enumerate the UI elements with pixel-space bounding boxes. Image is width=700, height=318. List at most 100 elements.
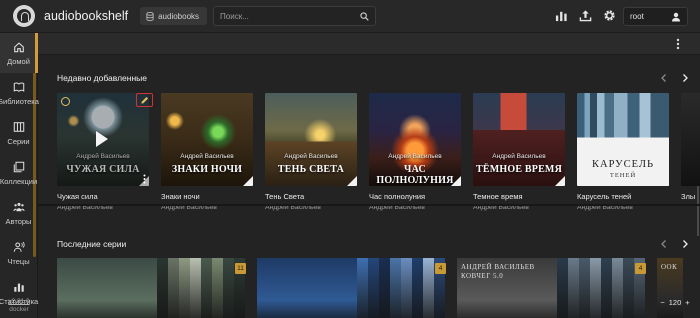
series-book-spine: [157, 258, 168, 318]
series-book-spine: [601, 258, 612, 318]
settings-gear-icon[interactable]: [603, 9, 616, 22]
book-title[interactable]: Знаки ночи: [161, 192, 253, 201]
pencil-icon: [141, 96, 149, 104]
chevron-right-icon[interactable]: [680, 73, 690, 83]
book-card[interactable]: Андрей Васильев ЧАС ПОЛНОЛУНИЯ Час полнолу…: [369, 93, 461, 211]
sidebar-item-library-book[interactable]: Библиотека: [0, 73, 39, 113]
user-icon: [672, 12, 680, 21]
series-book-spine: [612, 258, 623, 318]
chevron-left-icon[interactable]: [659, 73, 669, 83]
series-card[interactable]: АНДРЕЙ ВАСИЛЬЕВ КОВЧЕГ 5.0 4: [457, 258, 649, 318]
version-info: v2.31.0 docker: [0, 298, 38, 314]
zoom-value: 120: [668, 297, 682, 307]
book-cover[interactable]: Андрей Васильев ЗНАКИ НОЧИ: [161, 93, 253, 186]
search-input[interactable]: [220, 11, 361, 21]
book-cover[interactable]: КАРУСЕЛЬ ТЕНЕЙ: [577, 93, 669, 186]
audiobook-corner-badge: [451, 176, 461, 186]
series-count-badge: 4: [435, 263, 446, 274]
edit-button[interactable]: [136, 93, 153, 107]
series-book-spine: [401, 258, 412, 318]
chevron-right-icon[interactable]: [680, 239, 690, 249]
sidebar-item-narrators[interactable]: Чтецы: [0, 233, 37, 273]
shelf-divider: [38, 204, 700, 206]
series-book-spine: [368, 258, 379, 318]
series-count-badge: 4: [635, 263, 646, 274]
cover-subtitle: ТЕНЕЙ: [609, 172, 637, 179]
app-title[interactable]: audiobookshelf: [44, 9, 128, 23]
book-cover[interactable]: Андрей Васильев ЧУЖАЯ СИЛА: [57, 93, 149, 186]
cover-author: Андрей Васильев: [180, 153, 234, 160]
series-book-spine: [168, 258, 179, 318]
library-name: audiobooks: [158, 11, 200, 21]
book-cover[interactable]: Андрей Васильев ТЁМНОЕ ВРЕМЯ: [473, 93, 565, 186]
book-title[interactable]: Злы: [681, 192, 700, 201]
book-title[interactable]: Карусель теней: [577, 192, 669, 201]
sidebar-item-collections[interactable]: Коллекции: [0, 153, 37, 193]
cover-author: Андрей Васильев: [492, 153, 546, 160]
upload-icon[interactable]: [579, 9, 592, 22]
cover-title: ЗНАКИ НОЧИ: [171, 164, 243, 175]
series-count-badge: 11: [235, 263, 246, 274]
play-icon[interactable]: [96, 131, 108, 147]
stats-icon[interactable]: [555, 9, 568, 22]
user-menu-button[interactable]: root: [623, 7, 688, 26]
series-book-spine: [423, 258, 434, 318]
cover-title: ТЕНЬ СВЕТА: [277, 164, 345, 175]
more-options-icon[interactable]: [673, 38, 683, 50]
search-box[interactable]: [213, 6, 377, 26]
book-card[interactable]: Андрей Васильев ЧУЖАЯ СИЛА Чужая сила Андре…: [57, 93, 153, 211]
book-title[interactable]: Темное время: [473, 192, 565, 201]
home-icon: [13, 41, 24, 52]
audiobook-corner-badge: [555, 176, 565, 186]
sidebar-item-label: Библиотека: [0, 96, 39, 106]
book-card[interactable]: КАРУСЕЛЬ ТЕНЕЙ Карусель теней Андрей Василь…: [577, 93, 669, 211]
version-link[interactable]: v2.31.0: [0, 298, 38, 306]
sidebar-item-authors[interactable]: Авторы: [0, 193, 37, 233]
series-columns-icon: [13, 121, 24, 132]
sidebar-item-label: Серии: [7, 136, 30, 146]
app-logo-icon[interactable]: [13, 5, 35, 27]
series-book-spine: [223, 258, 234, 318]
book-cover[interactable]: Андрей Васильев ТЕНЬ СВЕТА: [265, 93, 357, 186]
zoom-in-button[interactable]: +: [685, 298, 689, 307]
book-cover[interactable]: Андрей Васильев ЧАС ПОЛНОЛУНИЯ: [369, 93, 461, 186]
sidebar-item-label: Авторы: [5, 216, 32, 226]
book-card[interactable]: Андрей Васильев ТЁМНОЕ ВРЕМЯ Темное время А…: [473, 93, 565, 211]
series-book-spine: [568, 258, 579, 318]
book-title[interactable]: Чужая сила: [57, 192, 149, 201]
book-title[interactable]: Тень Света: [265, 192, 357, 201]
book-card[interactable]: Андрей Васильев ТЕНЬ СВЕТА Тень Света Андре…: [265, 93, 357, 211]
library-selector[interactable]: audiobooks: [140, 7, 208, 25]
series-cover: [257, 258, 357, 318]
series-book-spine: [201, 258, 212, 318]
more-vertical-icon[interactable]: [143, 174, 146, 184]
series-book-spine: [357, 258, 368, 318]
sidebar-item-home[interactable]: Домой: [0, 33, 38, 73]
search-icon[interactable]: [360, 11, 369, 21]
sidebar: Домой Библиотека Серии Коллекции Авторы Чтецы…: [0, 33, 39, 318]
book-card[interactable]: Андрей Васильев ЗНАКИ НОЧИ Знаки ночи Андре…: [161, 93, 253, 211]
platform-label: docker: [9, 306, 29, 313]
recent-section-title: Недавно добавленные: [57, 73, 147, 83]
series-card[interactable]: ООК: [657, 258, 697, 318]
database-icon: [146, 11, 154, 21]
sidebar-item-label: Коллекции: [0, 176, 38, 186]
audiobook-corner-badge: [243, 176, 253, 186]
collections-icon: [13, 161, 24, 172]
book-title[interactable]: Час полнолуния: [369, 192, 461, 201]
recent-series-row: 11 4 АНДРЕЙ ВАСИЛЬЕВ КОВЧЕГ 5.0 4 ООК: [57, 258, 697, 318]
audiobook-corner-badge: [347, 176, 357, 186]
series-cover-text: ООК: [661, 263, 678, 271]
zoom-out-button[interactable]: −: [660, 298, 664, 307]
cover-title: ЧАС ПОЛНОЛУНИЯ: [376, 164, 454, 186]
sidebar-item-series-columns[interactable]: Серии: [0, 113, 37, 153]
chevron-left-icon[interactable]: [659, 239, 669, 249]
series-book-spine: [379, 258, 390, 318]
series-card[interactable]: 4: [257, 258, 449, 318]
select-circle-icon[interactable]: [61, 97, 70, 106]
book-cover[interactable]: [681, 93, 700, 186]
cover-title: КАРУСЕЛЬ: [591, 159, 655, 170]
narrators-icon: [13, 241, 25, 252]
book-card[interactable]: Злы: [681, 93, 700, 204]
series-card[interactable]: 11: [57, 258, 249, 318]
